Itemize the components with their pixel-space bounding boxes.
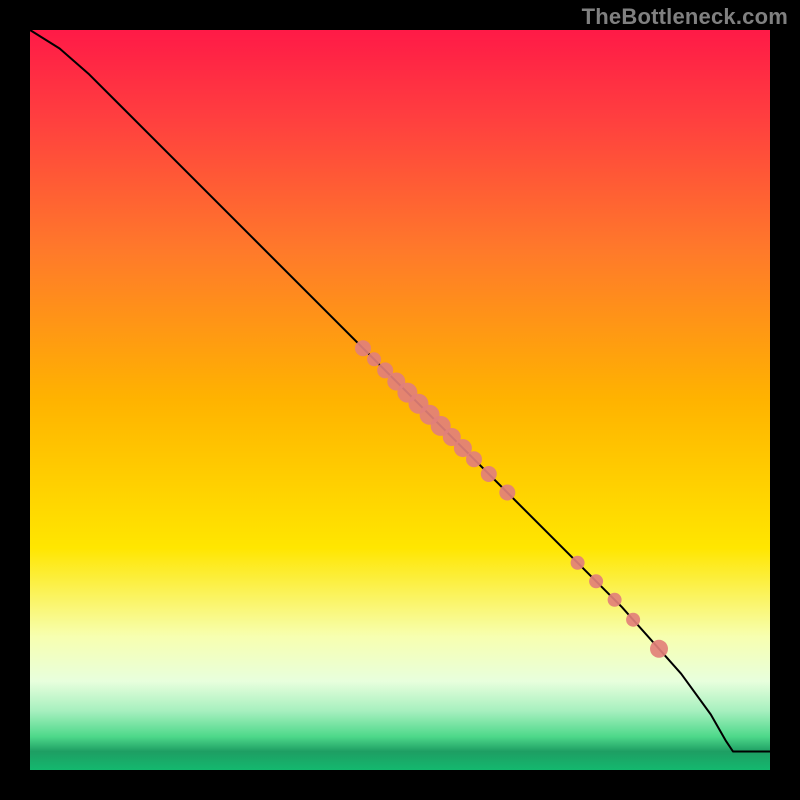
plot-background [30, 30, 770, 770]
chart-root: TheBottleneck.com [0, 0, 800, 800]
data-point [589, 574, 603, 588]
data-point [466, 451, 482, 467]
watermark-text: TheBottleneck.com [582, 4, 788, 30]
data-point [626, 613, 640, 627]
data-point [355, 340, 371, 356]
data-point [650, 640, 668, 658]
data-point [499, 485, 515, 501]
data-point [367, 352, 381, 366]
data-point [571, 556, 585, 570]
chart-canvas [0, 0, 800, 800]
data-point [481, 466, 497, 482]
data-point [608, 593, 622, 607]
